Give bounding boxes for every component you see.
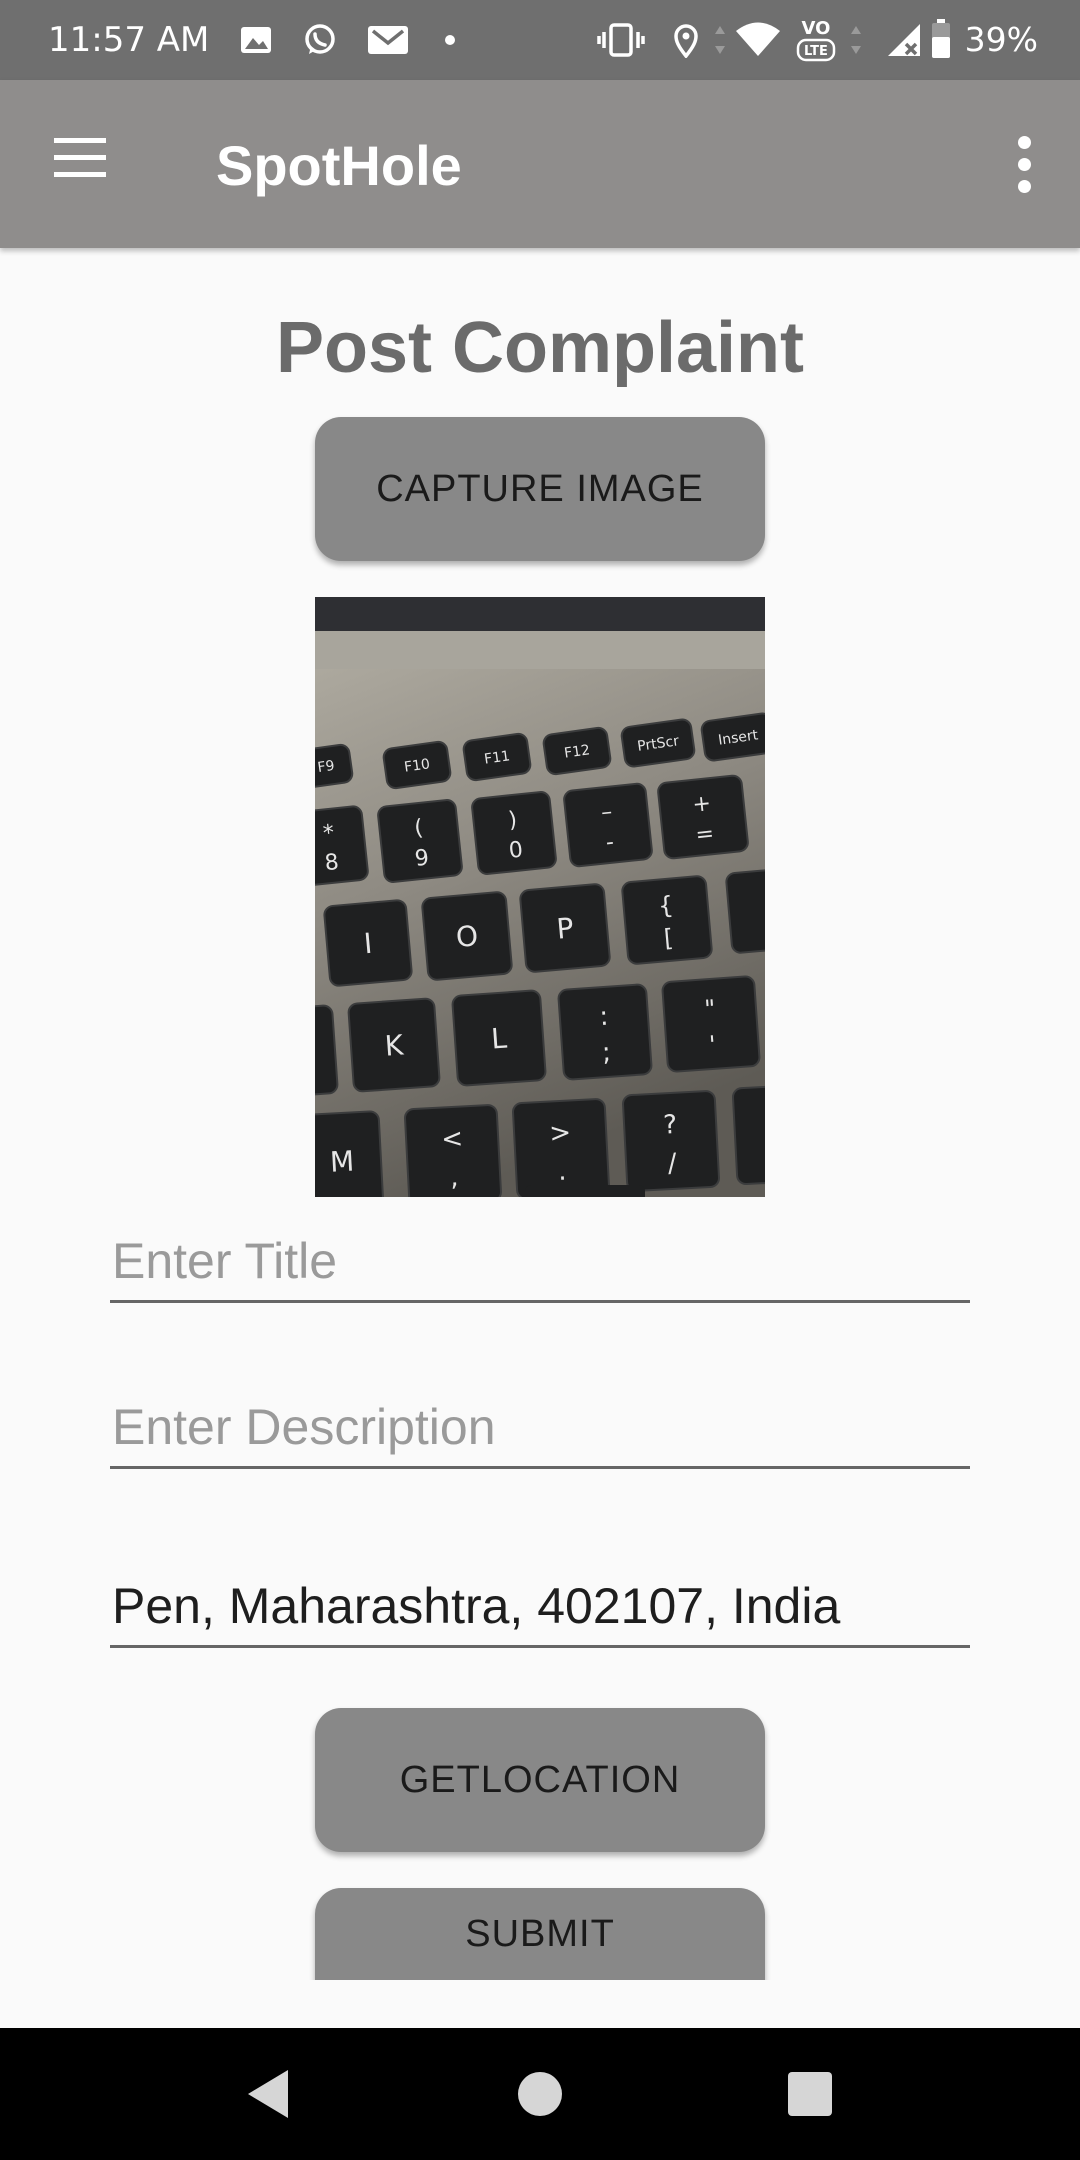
svg-text:<: < bbox=[441, 1124, 464, 1155]
svg-text:0: 0 bbox=[508, 838, 525, 864]
svg-text:K: K bbox=[384, 1028, 405, 1062]
svg-text:": " bbox=[703, 994, 716, 1023]
svg-text:M: M bbox=[329, 1144, 355, 1178]
keyboard-key: F10 bbox=[382, 740, 452, 790]
svg-text:=: = bbox=[694, 821, 715, 848]
keyboard-key: )0 bbox=[471, 791, 557, 875]
gallery-icon bbox=[241, 27, 271, 53]
svg-text:VO: VO bbox=[802, 18, 831, 39]
svg-text:/: / bbox=[667, 1148, 678, 1178]
captured-photo: F9 F10 F11 F12 PrtScr Insert * 8(9) 0– - + = I O P{[K L… bbox=[315, 597, 765, 1197]
keyboard-key: F11 bbox=[462, 732, 532, 782]
get-location-button[interactable]: GETLOCATION bbox=[315, 1708, 765, 1852]
gmail-icon bbox=[368, 26, 408, 54]
svg-text:O: O bbox=[455, 919, 480, 954]
svg-text:9: 9 bbox=[414, 846, 431, 872]
app-bar: SpotHole bbox=[0, 80, 1080, 248]
back-triangle-icon[interactable] bbox=[236, 2062, 300, 2126]
location-field[interactable] bbox=[110, 1577, 970, 1648]
keyboard-key: –- bbox=[563, 782, 653, 868]
signal-icon bbox=[888, 24, 920, 56]
keyboard-key: "' bbox=[661, 975, 761, 1073]
location-icon bbox=[674, 24, 698, 58]
keyboard-key: *8 bbox=[315, 805, 369, 887]
keyboard-key: <, bbox=[404, 1104, 502, 1197]
svg-text:P: P bbox=[555, 911, 575, 945]
description-field[interactable] bbox=[110, 1398, 970, 1469]
keyboard-key: I bbox=[323, 899, 413, 987]
svg-text:8: 8 bbox=[324, 850, 341, 876]
svg-text:L: L bbox=[490, 1022, 508, 1056]
keyboard-key: {[ bbox=[621, 875, 713, 965]
more-vert-icon[interactable] bbox=[1010, 136, 1040, 193]
hamburger-menu-icon[interactable] bbox=[50, 136, 110, 180]
submit-button-clip: SUBMIT bbox=[305, 1880, 775, 1980]
vibrate-icon bbox=[597, 23, 645, 57]
keyboard-key: PrtScr bbox=[620, 718, 696, 768]
keyboard-key: L bbox=[451, 989, 547, 1087]
svg-text:F9: F9 bbox=[317, 758, 336, 776]
navigation-bar bbox=[0, 2028, 1080, 2160]
keyboard-key bbox=[731, 1084, 765, 1186]
keyboard-key: K bbox=[347, 997, 441, 1093]
keyboard-key: += bbox=[657, 774, 749, 860]
whatsapp-icon bbox=[305, 24, 335, 54]
keyboard-key: (9 bbox=[377, 799, 463, 883]
keyboard-photo-image: F9 F10 F11 F12 PrtScr Insert*8(9)0–-+=I O P{[K L… bbox=[315, 597, 765, 1197]
title-field[interactable] bbox=[110, 1232, 970, 1303]
title-input[interactable] bbox=[110, 1232, 970, 1303]
keyboard-key: M bbox=[315, 1110, 384, 1197]
home-circle-icon[interactable] bbox=[508, 2062, 572, 2126]
svg-text:+: + bbox=[691, 791, 712, 818]
battery-percentage: 39% bbox=[964, 20, 1038, 59]
keyboard-key: F9 bbox=[315, 743, 354, 789]
capture-image-button[interactable]: CAPTURE IMAGE bbox=[315, 417, 765, 561]
page-heading: Post Complaint bbox=[275, 308, 804, 388]
data-arrows-icon-2 bbox=[851, 26, 861, 54]
svg-text:.: . bbox=[557, 1156, 567, 1186]
volte-icon: VO LTE bbox=[796, 18, 836, 62]
dot-icon bbox=[445, 35, 455, 45]
keyboard-key bbox=[725, 868, 765, 954]
recents-square-icon[interactable] bbox=[778, 2062, 842, 2126]
app-title: SpotHole bbox=[216, 134, 462, 197]
svg-text:LTE: LTE bbox=[804, 44, 828, 59]
location-input[interactable] bbox=[110, 1577, 970, 1648]
keyboard-key: ?/ bbox=[622, 1090, 720, 1192]
svg-text:?: ? bbox=[662, 1110, 677, 1141]
keyboard-key: O bbox=[421, 891, 513, 981]
keyboard-key: :; bbox=[557, 983, 653, 1081]
status-time: 11:57 AM bbox=[48, 20, 210, 60]
svg-text:,: , bbox=[449, 1162, 459, 1192]
keyboard-key: >. bbox=[512, 1098, 610, 1197]
data-arrows-icon bbox=[715, 26, 725, 54]
battery-icon bbox=[932, 19, 950, 58]
submit-button[interactable]: SUBMIT bbox=[315, 1888, 765, 1980]
keyboard-key: F12 bbox=[542, 726, 612, 776]
description-input[interactable] bbox=[110, 1398, 970, 1469]
wifi-icon bbox=[736, 22, 780, 56]
svg-text:>: > bbox=[549, 1118, 572, 1149]
keyboard-key: Insert bbox=[700, 712, 765, 762]
keyboard-key: P bbox=[519, 883, 611, 973]
svg-text:{: { bbox=[657, 891, 675, 920]
status-bar: 11:57 AM VO LTE 39% bbox=[0, 0, 1080, 80]
